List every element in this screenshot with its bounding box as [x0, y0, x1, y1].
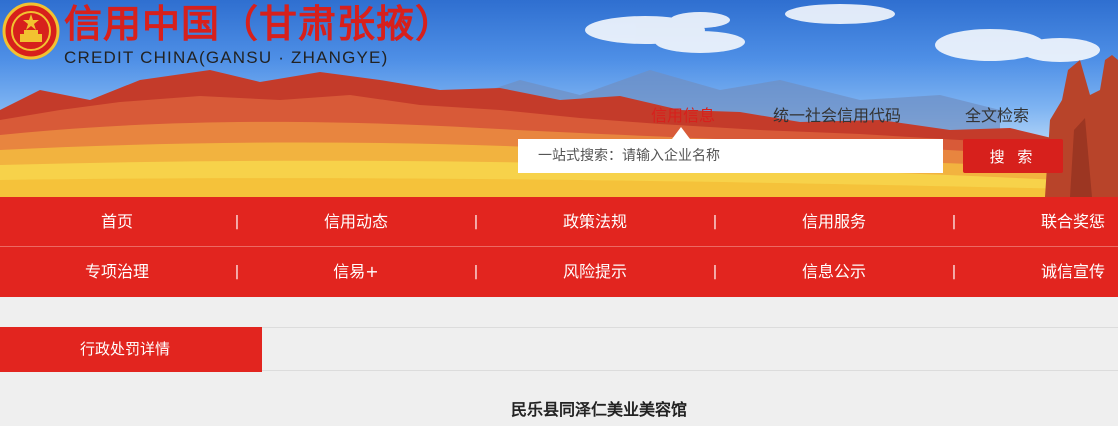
- nav-separator: |: [473, 264, 479, 280]
- section-tab-penalty-details[interactable]: 行政处罚详情: [0, 327, 262, 372]
- nav-separator: |: [712, 264, 718, 280]
- nav-item-credit-news[interactable]: 信用动态: [324, 197, 388, 247]
- nav-separator: |: [473, 214, 479, 230]
- nav-item-info-disclosure[interactable]: 信息公示: [802, 247, 866, 297]
- active-tab-caret-icon: [672, 127, 690, 139]
- section-header-bar: 行政处罚详情: [0, 327, 1118, 372]
- national-emblem-icon: [2, 2, 60, 60]
- search-button[interactable]: 搜 索: [963, 139, 1063, 173]
- main-nav: 首页 | 信用动态 | 政策法规 | 信用服务 | 联合奖惩 专项治理 | 信易…: [0, 197, 1118, 297]
- nav-separator: |: [951, 264, 957, 280]
- nav-item-xinyi-plus[interactable]: 信易+: [333, 247, 378, 297]
- search-tabs: 信用信息 统一社会信用代码 全文检索: [0, 102, 1118, 126]
- search-tab-credit-code[interactable]: 统一社会信用代码: [773, 102, 901, 126]
- search-tab-fulltext[interactable]: 全文检索: [965, 102, 1029, 126]
- nav-separator: |: [951, 214, 957, 230]
- entity-name-heading: 民乐县同泽仁美业美容馆: [510, 400, 687, 419]
- header-banner: 信用中国（甘肃张掖） CREDIT CHINA(GANSU · ZHANGYE)…: [0, 0, 1118, 197]
- nav-item-home[interactable]: 首页: [101, 197, 133, 247]
- content-spacer: [0, 297, 1118, 327]
- nav-row-1: 首页 | 信用动态 | 政策法规 | 信用服务 | 联合奖惩: [0, 197, 1118, 247]
- nav-item-credit-services[interactable]: 信用服务: [802, 197, 866, 247]
- site-title: 信用中国（甘肃张掖）: [64, 2, 455, 46]
- nav-separator: |: [234, 214, 240, 230]
- site-subtitle: CREDIT CHINA(GANSU · ZHANGYE): [64, 48, 389, 67]
- nav-item-policies[interactable]: 政策法规: [563, 197, 627, 247]
- nav-item-special-governance[interactable]: 专项治理: [85, 247, 149, 297]
- nav-item-integrity-promotion[interactable]: 诚信宣传: [1041, 247, 1105, 297]
- nav-separator: |: [712, 214, 718, 230]
- nav-separator: |: [234, 264, 240, 280]
- search-input[interactable]: [518, 139, 943, 173]
- nav-item-risk-alerts[interactable]: 风险提示: [563, 247, 627, 297]
- search-tab-credit-info[interactable]: 信用信息: [651, 102, 715, 126]
- nav-row-2: 专项治理 | 信易+ | 风险提示 | 信息公示 | 诚信宣传: [0, 247, 1118, 297]
- nav-item-rewards-penalties[interactable]: 联合奖惩: [1041, 197, 1105, 247]
